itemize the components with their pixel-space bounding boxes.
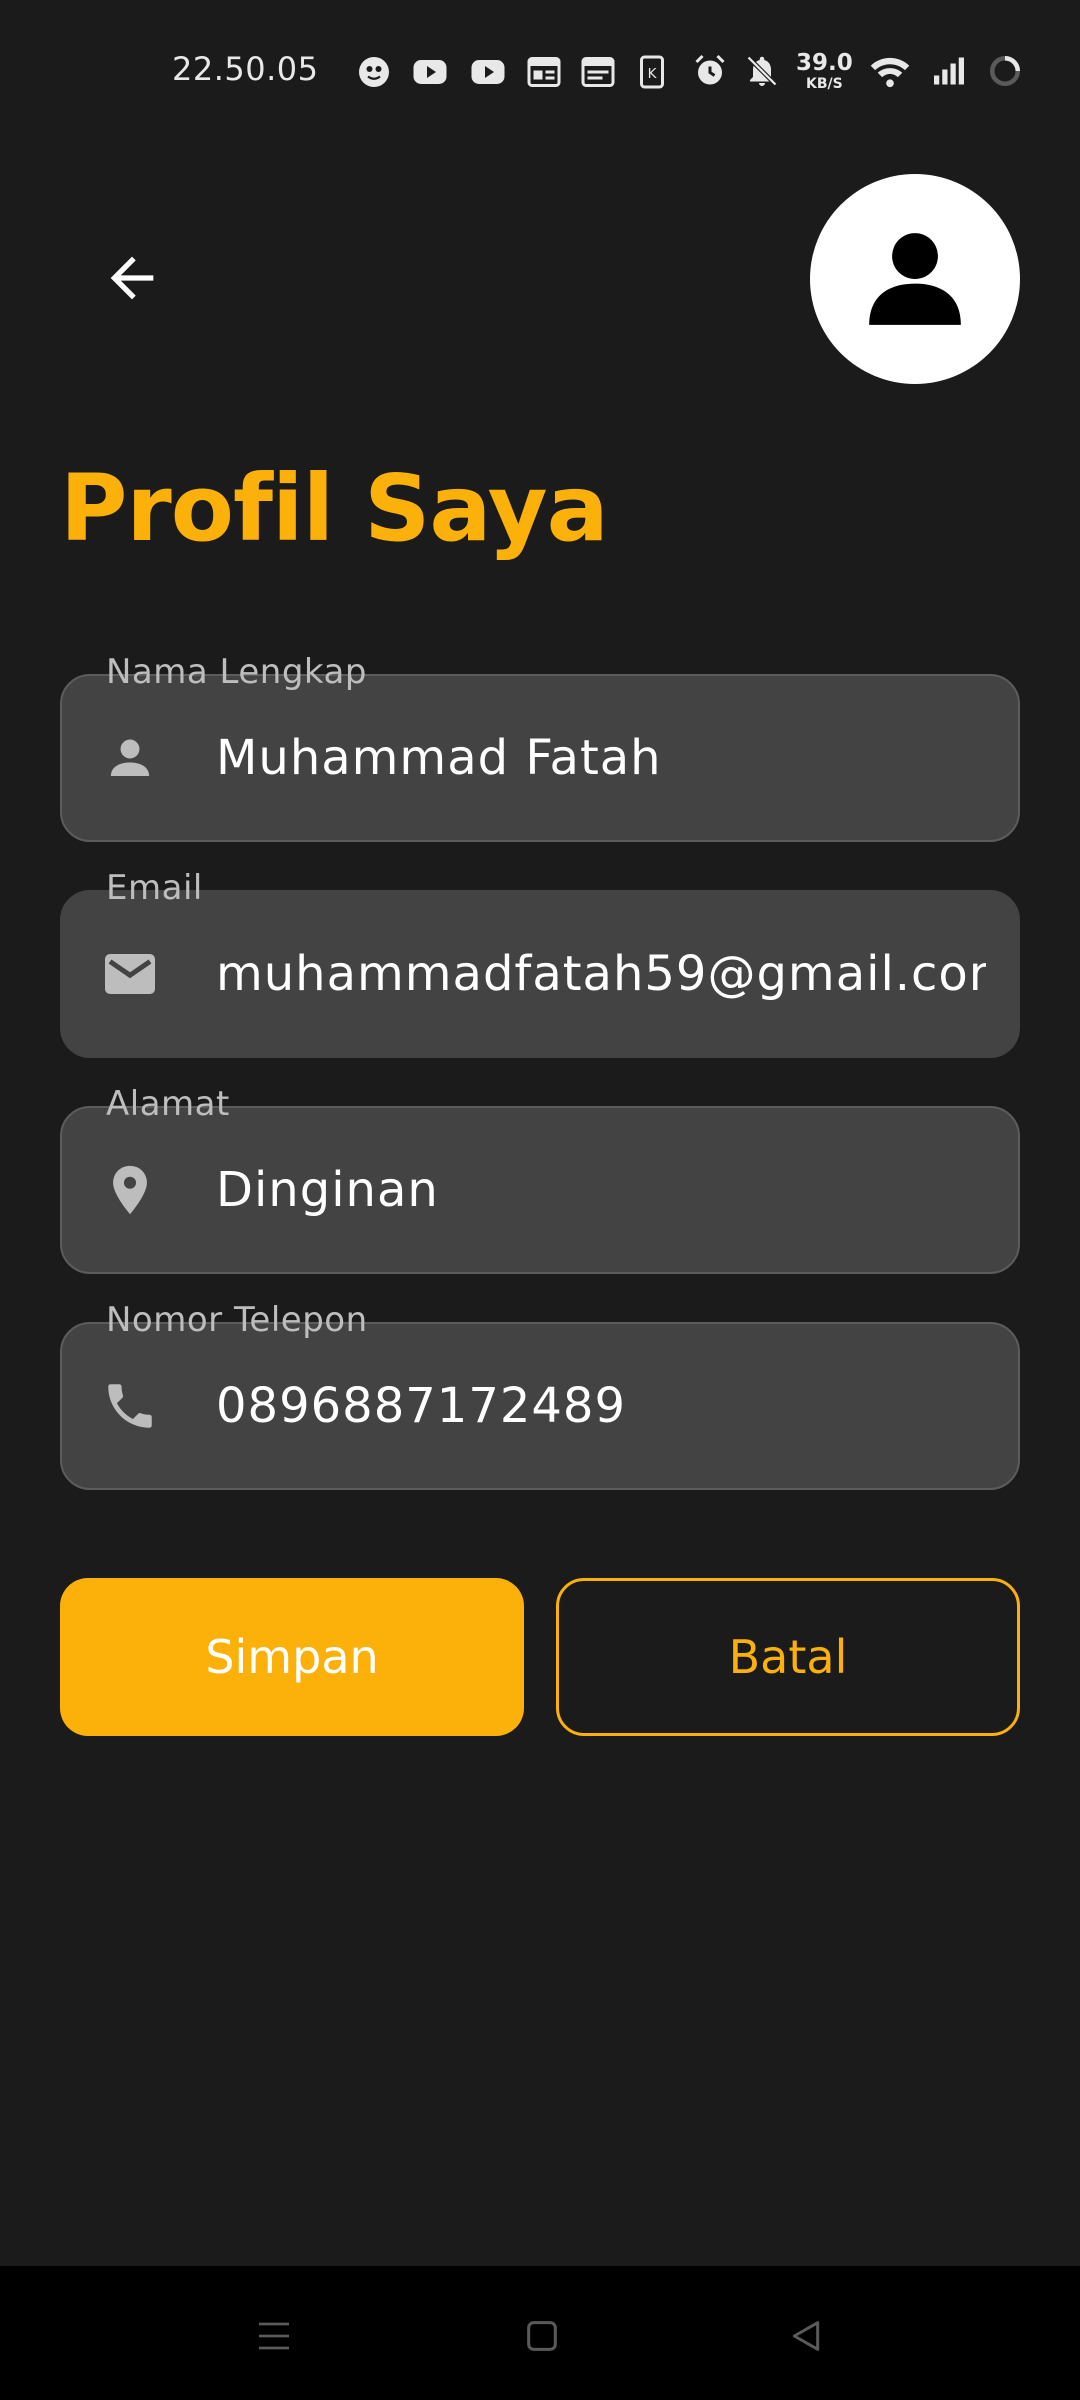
- network-speed-value: 39.0: [796, 49, 853, 76]
- home-square-icon: [527, 2321, 557, 2351]
- phone-icon: [100, 1376, 160, 1436]
- back-button[interactable]: [92, 238, 172, 318]
- calendar-icon: [581, 57, 615, 87]
- back-triangle-icon: [792, 2321, 820, 2351]
- cookie-icon: [359, 57, 389, 87]
- arrow-left-icon: [110, 256, 154, 300]
- system-icons: 39.0 KB/S: [692, 50, 1023, 92]
- email-field-label: Email: [96, 868, 213, 909]
- system-back-button[interactable]: [766, 2296, 846, 2376]
- wifi-icon: [870, 57, 909, 88]
- phone-input[interactable]: [216, 1322, 986, 1490]
- youtube-icon: [471, 60, 505, 84]
- avatar[interactable]: [810, 174, 1020, 384]
- save-button[interactable]: Simpan: [60, 1578, 524, 1736]
- cancel-button[interactable]: Batal: [556, 1578, 1020, 1736]
- address-input[interactable]: [216, 1106, 986, 1274]
- person-icon: [100, 728, 160, 788]
- person-icon: [869, 233, 961, 325]
- news-icon: [527, 57, 561, 87]
- page-title: Profil Saya: [60, 455, 609, 562]
- bell-off-icon: [746, 55, 778, 87]
- email-field: Email: [60, 868, 1020, 1058]
- email-input[interactable]: [216, 890, 986, 1058]
- signal-icon: [933, 57, 964, 85]
- address-field: Alamat: [60, 1084, 1020, 1274]
- network-speed: 39.0 KB/S: [796, 49, 853, 92]
- menu-icon: [259, 2322, 289, 2350]
- notification-icons: K: [356, 54, 670, 90]
- mail-icon: [100, 944, 160, 1004]
- location-pin-icon: [100, 1160, 160, 1220]
- name-input[interactable]: [216, 674, 986, 842]
- svg-text:K: K: [648, 66, 658, 82]
- home-button[interactable]: [502, 2296, 582, 2376]
- navigation-bar: [0, 2266, 1080, 2400]
- status-time: 22.50.05: [172, 50, 319, 88]
- status-bar: 22.50.05 K 39.0 KB/S: [0, 0, 1080, 140]
- battery-loading-icon: [989, 56, 1020, 86]
- recent-apps-button[interactable]: [234, 2296, 314, 2376]
- youtube-icon: [413, 60, 447, 84]
- name-field: Nama Lengkap: [60, 652, 1020, 842]
- alarm-icon: [695, 54, 725, 85]
- phone-field: Nomor Telepon: [60, 1300, 1020, 1490]
- k-app-icon: K: [640, 55, 664, 89]
- network-speed-unit: KB/S: [806, 75, 843, 92]
